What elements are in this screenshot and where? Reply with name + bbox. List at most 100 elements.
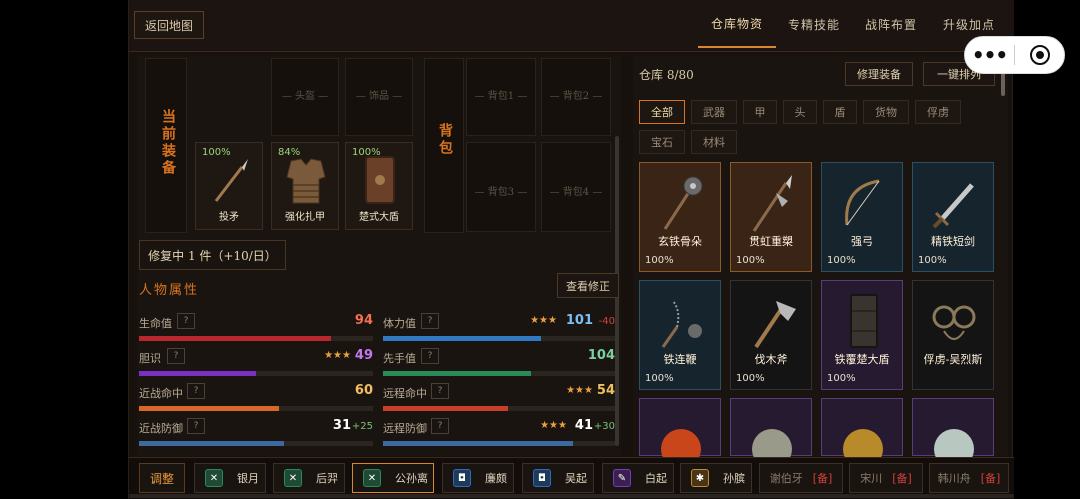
filter-head[interactable]: 头: [783, 100, 817, 124]
help-icon[interactable]: ?: [167, 348, 185, 364]
filter-gem[interactable]: 宝石: [639, 130, 685, 154]
warehouse-item[interactable]: [730, 398, 812, 457]
bottom-scrollbar[interactable]: [129, 494, 1014, 498]
sword-cross-icon: ✕: [363, 469, 381, 487]
bag-slot-3[interactable]: — 背包3 —: [466, 142, 536, 232]
hero-slot[interactable]: ✕ 银月: [194, 463, 266, 493]
warehouse-item[interactable]: 铁覆楚大盾 100%: [821, 280, 903, 390]
stat-hp: 生命值 ? 94: [139, 313, 373, 343]
stat-melee-def: 近战防御 ? 31 +25: [139, 418, 373, 448]
stat-ranged-def: 远程防御 ? ★★★ 41 +30: [383, 418, 615, 448]
stars-icon: ★★★: [540, 420, 567, 431]
equip-item-armor[interactable]: 84% 强化扎甲: [271, 142, 339, 230]
mini-program-capsule: •••: [964, 36, 1065, 74]
repair-status: 修复中 1 件（+10/日）: [139, 240, 286, 270]
warehouse-item[interactable]: 俘虏-吴烈斯: [912, 280, 994, 390]
hero-slot-reserve[interactable]: 韩川舟 [备]: [929, 463, 1009, 493]
bag-label: 背包: [437, 123, 453, 157]
filter-all[interactable]: 全部: [639, 100, 685, 124]
warehouse-item[interactable]: 伐木斧 100%: [730, 280, 812, 390]
hero-slot[interactable]: ✕ 后羿: [273, 463, 345, 493]
bag-slot-2[interactable]: — 背包2 —: [541, 58, 611, 136]
warehouse-capacity: 仓库 8/80: [639, 68, 694, 82]
game-window: 返回地图 仓库物资 专精技能 战阵布置 升级加点 当前装备 — 头盔 — — 饰…: [128, 0, 1014, 499]
flail-icon: [661, 300, 702, 348]
filter-goods[interactable]: 货物: [863, 100, 909, 124]
hero-slot-selected[interactable]: ✕ 公孙离: [352, 463, 434, 493]
help-icon[interactable]: ?: [431, 418, 449, 434]
stat-ranged-hit: 远程命中 ? ★★★ 54: [383, 383, 615, 413]
bag-column: 背包: [424, 58, 464, 233]
current-equip-column: 当前装备: [145, 58, 187, 233]
hero-slot-reserve[interactable]: 宋川 [备]: [849, 463, 923, 493]
stars-icon: ★★★: [566, 385, 593, 396]
more-dots-icon[interactable]: •••: [965, 43, 1014, 67]
gem-red-icon: [661, 429, 701, 457]
helmet-slot[interactable]: — 头盔 —: [271, 58, 339, 136]
stars-icon: ★★★: [324, 350, 351, 361]
bag-slot-1[interactable]: — 背包1 —: [466, 58, 536, 136]
tower-shield-icon: [850, 294, 878, 348]
stat-stamina: 体力值 ? ★★★ 101 -40: [383, 313, 615, 343]
warehouse-item[interactable]: 玄铁骨朵 100%: [639, 162, 721, 272]
stars-icon: ★★★: [530, 315, 557, 326]
stat-initiative: 先手值 ? 104: [383, 348, 615, 378]
tab-formation[interactable]: 战阵布置: [856, 0, 926, 48]
hero-slot[interactable]: ◘ 廉颇: [442, 463, 514, 493]
equip-item-shield[interactable]: 100% 楚式大盾: [345, 142, 413, 230]
warehouse-item[interactable]: [912, 398, 994, 457]
gem-pearl-icon: [934, 429, 974, 457]
sword-cross-icon: ✕: [284, 469, 302, 487]
warehouse-panel: 仓库 8/80 修理装备 一键排列 全部 武器 甲 头 盾 货物 俘虏 宝石 材…: [633, 56, 1008, 457]
gem-silver-icon: [752, 429, 792, 457]
armor-icon: [286, 158, 326, 204]
warehouse-item[interactable]: 强弓 100%: [821, 162, 903, 272]
squad-bar: 调整 ✕ 银月 ✕ 后羿 ✕ 公孙离 ◘ 廉颇 ◘ 吴起 ✎ 白起 ✱ 孙膑 谢…: [129, 457, 1014, 499]
warehouse-item[interactable]: 贯虹重槊 100%: [730, 162, 812, 272]
adjust-button[interactable]: 调整: [139, 463, 185, 493]
tab-warehouse[interactable]: 仓库物资: [698, 0, 776, 48]
attributes-title: 人物属性: [139, 283, 200, 298]
spear-icon: [214, 159, 248, 202]
shield-small-icon: ◘: [533, 469, 551, 487]
help-icon[interactable]: ?: [421, 313, 439, 329]
view-modifiers-button[interactable]: 查看修正: [557, 273, 619, 298]
filter-armor[interactable]: 甲: [743, 100, 777, 124]
sword-icon: [932, 183, 974, 229]
hero-slot-reserve[interactable]: 谢伯牙 [备]: [759, 463, 843, 493]
star-x-icon: ✱: [691, 469, 709, 487]
accessory-slot[interactable]: — 饰品 —: [345, 58, 413, 136]
help-icon[interactable]: ?: [421, 348, 439, 364]
warehouse-item[interactable]: [639, 398, 721, 457]
filter-captive[interactable]: 俘虏: [915, 100, 961, 124]
filter-weapon[interactable]: 武器: [691, 100, 737, 124]
record-icon[interactable]: [1015, 45, 1064, 65]
sword-cross-icon: ✕: [205, 469, 223, 487]
stat-melee-hit: 近战命中 ? 60: [139, 383, 373, 413]
shield-small-icon: ◘: [453, 469, 471, 487]
help-icon[interactable]: ?: [187, 383, 205, 399]
gem-gold-icon: [843, 429, 883, 457]
hero-slot[interactable]: ◘ 吴起: [522, 463, 594, 493]
filter-material[interactable]: 材料: [691, 130, 737, 154]
filter-shield[interactable]: 盾: [823, 100, 857, 124]
stat-courage: 胆识 ? ★★★ 49: [139, 348, 373, 378]
help-icon[interactable]: ?: [187, 418, 205, 434]
equip-item-spear[interactable]: 100% 投矛: [195, 142, 263, 230]
top-bar: 返回地图 仓库物资 专精技能 战阵布置 升级加点: [129, 0, 1014, 52]
repair-equipment-button[interactable]: 修理装备: [845, 62, 913, 86]
help-icon[interactable]: ?: [177, 313, 195, 329]
warehouse-item[interactable]: [821, 398, 903, 457]
pen-icon: ✎: [613, 469, 631, 487]
bag-slot-4[interactable]: — 背包4 —: [541, 142, 611, 232]
warehouse-item[interactable]: 铁连鞭 100%: [639, 280, 721, 390]
hero-slot[interactable]: ✱ 孙膑: [680, 463, 752, 493]
back-to-map-button[interactable]: 返回地图: [134, 11, 204, 39]
halberd-icon: [752, 175, 792, 232]
current-equip-label: 当前装备: [160, 109, 176, 177]
warehouse-item[interactable]: 精铁短剑 100%: [912, 162, 994, 272]
tab-skills[interactable]: 专精技能: [779, 0, 849, 48]
hero-slot[interactable]: ✎ 白起: [602, 463, 674, 493]
help-icon[interactable]: ?: [431, 383, 449, 399]
mace-icon: [663, 176, 703, 230]
